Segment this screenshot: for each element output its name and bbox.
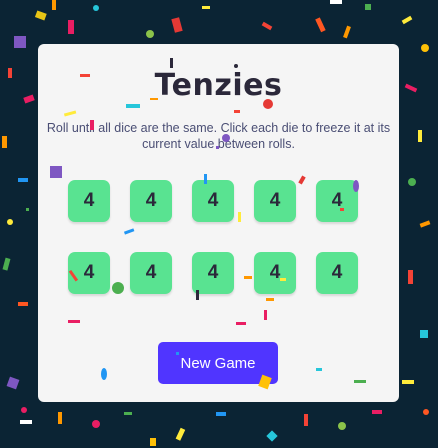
- die-7[interactable]: 4: [130, 252, 172, 294]
- die-8[interactable]: 4: [192, 252, 234, 294]
- dice-grid: 4 4 4 4 4 4 4 4 4 4: [68, 180, 358, 294]
- game-board: Tenzies Roll until all dice are the same…: [38, 44, 399, 402]
- die-4[interactable]: 4: [254, 180, 296, 222]
- die-10[interactable]: 4: [316, 252, 358, 294]
- game-title: Tenzies: [154, 68, 283, 103]
- new-game-button[interactable]: New Game: [158, 342, 278, 384]
- die-9[interactable]: 4: [254, 252, 296, 294]
- die-2[interactable]: 4: [130, 180, 172, 222]
- game-instructions: Roll until all dice are the same. Click …: [46, 121, 391, 151]
- die-5[interactable]: 4: [316, 180, 358, 222]
- die-1[interactable]: 4: [68, 180, 110, 222]
- die-3[interactable]: 4: [192, 180, 234, 222]
- die-6[interactable]: 4: [68, 252, 110, 294]
